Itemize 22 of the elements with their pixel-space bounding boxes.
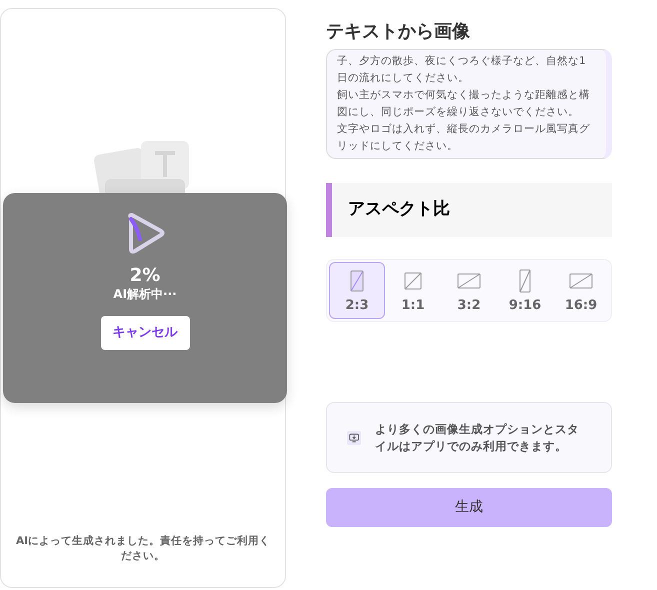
cancel-button[interactable]: キャンセル [100, 316, 190, 350]
aspect-ratio-option[interactable]: 9:16 [497, 262, 553, 319]
generate-button[interactable]: 生成 [326, 488, 612, 528]
aspect-ratio-option[interactable]: 16:9 [553, 262, 609, 319]
prompt-field[interactable]: 子、夕方の散歩、夜にくつろぐ様子など、自然な1日の流れにしてください。 飼い主がスマホで何気なく撮ったような距離感と構図にし、同じポーズを繰り返さないでください。 文字やロゴは入れず、縦長のカメラロール風写真グリッドにしてください。 [326, 49, 612, 159]
section-title: テキストから画像 [326, 20, 471, 44]
progress-status: AI解析中··· [113, 286, 177, 302]
aspect-ratio-option[interactable]: 1:1 [385, 262, 441, 319]
aspect-shape-icon [569, 272, 593, 288]
prompt-line: 子、夕方の散歩、夜にくつろぐ様子など、自然な1日の流れにしてください。 [337, 54, 587, 86]
app-notice-text: より多くの画像生成オプションとスタイルはアプリでのみ利用できます。 [375, 421, 580, 454]
ai-disclaimer: AIによって生成されました。責任を持ってご利用ください。 [14, 534, 272, 564]
aspect-shape-icon [350, 270, 364, 292]
aspect-shape-icon [404, 272, 422, 290]
aspect-shape-icon [457, 272, 481, 288]
aspect-shape-icon [519, 268, 531, 292]
section-header: アスペクト比 [326, 183, 612, 236]
prompt-line: 文字やロゴは入れず、縦長のカメラロール風写真グリッドにしてください。 [337, 122, 591, 154]
aspect-ratio-option[interactable]: 2:3 [329, 262, 385, 319]
prompt-line: 飼い主がスマホで何気なく撮ったような距離感と構図にし、同じポーズを繰り返さないでください。 [337, 88, 591, 120]
aspect-ratio-option[interactable]: 3:2 [441, 262, 497, 319]
progress-percent: 2% [130, 265, 160, 287]
